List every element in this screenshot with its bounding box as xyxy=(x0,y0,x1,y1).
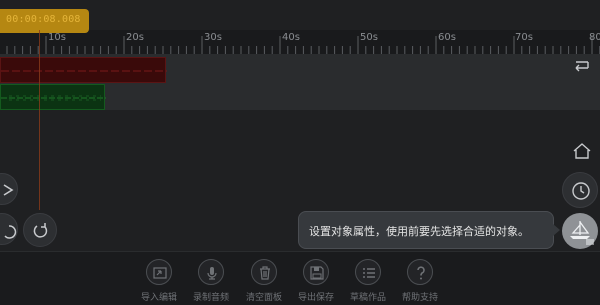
toolbar-label: 导入编辑 xyxy=(140,293,177,303)
toolbar-import-button[interactable]: 导入编辑 xyxy=(135,259,183,303)
play-button[interactable] xyxy=(0,173,18,205)
ruler-label: 30s xyxy=(204,32,222,43)
timeline-tracks[interactable] xyxy=(0,54,600,110)
tooltip-text: 设置对象属性，使用前要先选择合适的对象。 xyxy=(309,225,529,238)
help-icon xyxy=(407,259,433,285)
toolbar-label: 帮助支持 xyxy=(401,293,438,303)
audio-track-clip-green[interactable] xyxy=(0,84,106,110)
toolbar-export-button[interactable]: 导出保存 xyxy=(292,259,340,303)
ruler-label: 10s xyxy=(48,32,66,43)
redo-button[interactable] xyxy=(23,213,57,247)
current-time-badge: 00:00:08.008 xyxy=(0,9,89,33)
ruler-label: 50s xyxy=(360,32,378,43)
sailboat-icon xyxy=(570,221,594,245)
ruler-label: 70s xyxy=(515,32,533,43)
waveform-green xyxy=(1,95,106,101)
hint-tooltip: 设置对象属性，使用前要先选择合适的对象。 xyxy=(298,211,554,249)
clock-button[interactable] xyxy=(562,172,598,208)
timeline-ruler[interactable]: 10s 20s 30s 40s 50s 60s 70s 80 xyxy=(0,30,600,54)
audio-track-clip-red[interactable] xyxy=(0,57,167,83)
video-editor: 10s 20s 30s 40s 50s 60s 70s 80 00:00:08.… xyxy=(0,0,600,305)
play-icon xyxy=(3,184,14,196)
toolbar-drafts-button[interactable]: 草稿作品 xyxy=(344,259,392,303)
ruler-label: 20s xyxy=(126,32,144,43)
ruler-label: 40s xyxy=(282,32,300,43)
waveform-red xyxy=(1,70,167,72)
toolbar-label: 清空面板 xyxy=(245,293,282,303)
object-properties-button[interactable] xyxy=(562,213,598,249)
trash-icon xyxy=(251,259,277,285)
undo-icon xyxy=(4,225,17,239)
bottom-toolbar: 导入编辑 录制音频 清空面板 导出保存 草稿作品 帮助支持 xyxy=(0,251,600,305)
toolbar-help-button[interactable]: 帮助支持 xyxy=(396,259,444,303)
undo-button[interactable] xyxy=(0,213,18,245)
ruler-label: 60s xyxy=(438,32,456,43)
import-icon xyxy=(146,259,172,285)
ruler-label: 80 xyxy=(589,32,600,43)
save-icon xyxy=(303,259,329,285)
list-icon xyxy=(355,259,381,285)
microphone-icon xyxy=(198,259,224,285)
toolbar-label: 草稿作品 xyxy=(349,293,386,303)
playhead-line[interactable] xyxy=(39,30,40,210)
tooltip-arrow xyxy=(553,224,560,236)
current-time-text: 00:00:08.008 xyxy=(6,14,81,25)
toolbar-label: 导出保存 xyxy=(297,293,334,303)
toolbar-clear-button[interactable]: 清空面板 xyxy=(240,259,288,303)
redo-icon xyxy=(33,223,48,238)
ruler-ticks xyxy=(6,36,600,54)
toolbar-record-audio-button[interactable]: 录制音频 xyxy=(187,259,235,303)
home-icon[interactable] xyxy=(572,142,592,160)
clock-icon xyxy=(572,182,590,200)
toolbar-label: 录制音频 xyxy=(192,293,229,303)
return-icon[interactable] xyxy=(572,59,590,73)
